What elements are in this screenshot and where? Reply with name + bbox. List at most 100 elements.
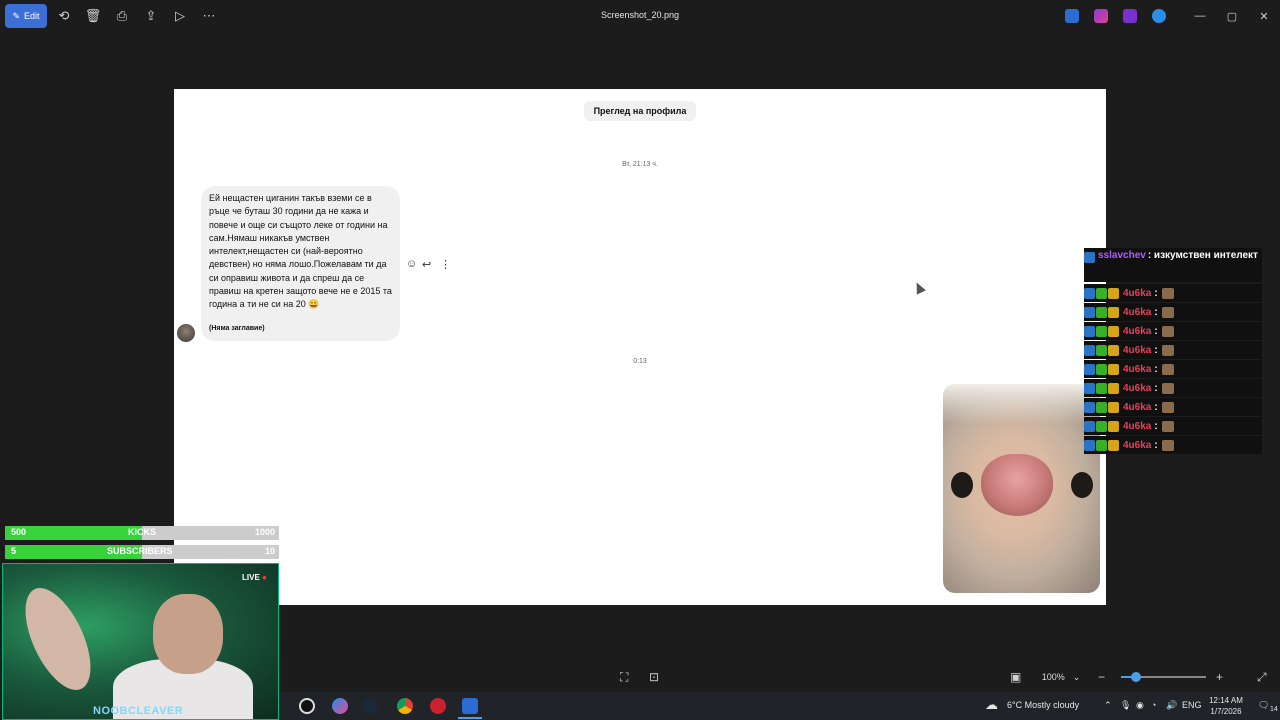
- emote-icon: [1161, 287, 1174, 299]
- emote-icon: [1161, 382, 1174, 394]
- app-g-icon[interactable]: [299, 698, 315, 714]
- chat-message: sslavchev : изкумствен интелект: [1084, 248, 1262, 282]
- chat-message: 4u6ka:: [1084, 322, 1262, 340]
- badge-icon: [1084, 344, 1095, 356]
- chevron-up-icon[interactable]: ⌃: [1104, 700, 1112, 711]
- chat-username: 4u6ka: [1123, 401, 1152, 413]
- chat-message: 4u6ka:: [1084, 417, 1262, 435]
- close-icon[interactable]: ✕: [1256, 8, 1272, 24]
- cat-eye-right: [1071, 472, 1093, 498]
- chat-username: 4u6ka: [1123, 287, 1152, 299]
- zoom-slider-thumb[interactable]: [1131, 672, 1141, 682]
- chat-message: 4u6ka:: [1084, 436, 1262, 454]
- weather-icon: ☁: [985, 697, 998, 712]
- notification-icon[interactable]: 🗨: [1258, 700, 1269, 711]
- chat-message: 4u6ka:: [1084, 341, 1262, 359]
- file-name-title: Screenshot_20.png: [600, 10, 680, 20]
- title-bar: ✎ Edit ⟲ 🗑 ⎙ ⇪ ▷ ⋯ Screenshot_20.png — ▢…: [0, 0, 1280, 32]
- reply-icon[interactable]: ↩: [422, 258, 431, 271]
- subs-current: 5: [11, 546, 17, 556]
- tray-app-icon[interactable]: ◉: [1136, 700, 1144, 711]
- message-timestamp: Вт, 21:13 ч.: [622, 161, 658, 168]
- chat-separator: :: [1154, 287, 1158, 299]
- zoom-level-value: 100%: [1041, 672, 1065, 682]
- emote-icon: [1161, 306, 1174, 318]
- chat-username: 4u6ka: [1123, 420, 1152, 432]
- steam-icon[interactable]: [362, 698, 378, 714]
- webcam-feed: LIVE ● NOOBCLEAVER: [2, 563, 279, 720]
- zoom-slider[interactable]: [1121, 672, 1206, 682]
- sender-avatar: [177, 324, 195, 342]
- actual-size-icon[interactable]: ⊡: [649, 670, 659, 684]
- app-photos-icon[interactable]: [1065, 9, 1079, 23]
- badge-icon: [1096, 401, 1107, 413]
- badge-icon: [1096, 325, 1107, 337]
- chrome-icon[interactable]: [397, 698, 413, 714]
- badge-icon: [1096, 439, 1107, 451]
- weather-text[interactable]: 6°C Mostly cloudy: [1007, 700, 1079, 710]
- cat-eye-left: [951, 472, 973, 498]
- crown-icon: [1108, 401, 1119, 413]
- chat-separator: :: [1154, 439, 1158, 451]
- badge-icon: [1084, 252, 1095, 263]
- crown-icon: [1108, 325, 1119, 337]
- maximize-icon[interactable]: ▢: [1224, 8, 1240, 24]
- emote-icon: [1161, 439, 1174, 451]
- zoom-out-icon[interactable]: −: [1098, 670, 1105, 684]
- cat-nose: [981, 454, 1053, 516]
- zoom-in-icon[interactable]: +: [1216, 670, 1223, 684]
- full-screen-icon[interactable]: ⤢: [1257, 670, 1267, 685]
- emote-icon: [1161, 420, 1174, 432]
- viewer-bottom-bar: ⛶ ⊡ ▣ 100% ⌄ − + ⤢: [280, 662, 1280, 692]
- kicks-goal-bar: 500 KICKS 1000: [5, 526, 279, 540]
- minimize-icon[interactable]: —: [1192, 8, 1208, 24]
- emote-icon: [1161, 325, 1174, 337]
- crown-icon: [1108, 420, 1119, 432]
- fit-window-icon[interactable]: ▣: [1010, 670, 1021, 684]
- message-text: Ей нещастен циганин такъв вземи се в ръц…: [209, 193, 392, 310]
- kicks-goal: 1000: [254, 527, 275, 537]
- cat-fur: [943, 384, 1100, 424]
- chat-username: 4u6ka: [1123, 344, 1152, 356]
- app-clipchamp-icon[interactable]: [1123, 9, 1137, 23]
- view-profile-button[interactable]: Преглед на профила: [584, 101, 696, 121]
- kicks-label: KICKS: [128, 527, 157, 537]
- subs-goal-bar: 5 SUBSCRIBERS 10: [5, 545, 279, 559]
- cat-closeup-image: [943, 384, 1100, 593]
- emote-icon: [1161, 344, 1174, 356]
- crown-icon: [1108, 344, 1119, 356]
- badge-icon: [1084, 401, 1095, 413]
- microphone-icon[interactable]: 🎙: [1120, 700, 1131, 711]
- app-designer-icon[interactable]: [1094, 9, 1108, 23]
- obs-icon[interactable]: [430, 698, 446, 714]
- badge-icon: [1084, 287, 1095, 299]
- wifi-icon[interactable]: ◔: [1151, 700, 1156, 710]
- live-label: LIVE: [242, 573, 260, 582]
- badge-icon: [1096, 306, 1107, 318]
- badge-icon: [1084, 382, 1095, 394]
- fit-to-screen-icon[interactable]: ⛶: [620, 670, 628, 685]
- chat-username: 4u6ka: [1123, 439, 1152, 451]
- chat-message: 4u6ka:: [1084, 360, 1262, 378]
- chat-message: 4u6ka:: [1084, 284, 1262, 302]
- more-actions-icon[interactable]: ⋮: [440, 258, 451, 271]
- taskbar: ☁ 6°C Mostly cloudy ⌃ 🎙 ◉ ◔ 🔊 ENG 12:14 …: [280, 692, 1280, 720]
- chat-message: 4u6ka:: [1084, 398, 1262, 416]
- zoom-level-dropdown[interactable]: 100% ⌄: [1035, 667, 1087, 687]
- second-timestamp: 0:13: [633, 358, 647, 365]
- volume-icon[interactable]: 🔊: [1166, 700, 1177, 711]
- language-indicator[interactable]: ENG: [1182, 700, 1202, 710]
- streamer-head: [153, 594, 223, 674]
- chat-username: 4u6ka: [1123, 382, 1152, 394]
- badge-icon: [1084, 306, 1095, 318]
- chat-separator: :: [1154, 420, 1158, 432]
- clock-time: 12:14 AM: [1209, 696, 1243, 705]
- photos-taskbar-icon[interactable]: [462, 698, 478, 714]
- chat-separator: :: [1154, 363, 1158, 375]
- clock[interactable]: 12:14 AM 1/7/2026: [1206, 695, 1246, 717]
- onedrive-icon[interactable]: [1152, 9, 1166, 23]
- emoji-react-icon[interactable]: ☺: [406, 258, 417, 270]
- live-badge: LIVE ●: [242, 573, 267, 582]
- messenger-icon[interactable]: [332, 698, 348, 714]
- chat-separator: :: [1154, 344, 1158, 356]
